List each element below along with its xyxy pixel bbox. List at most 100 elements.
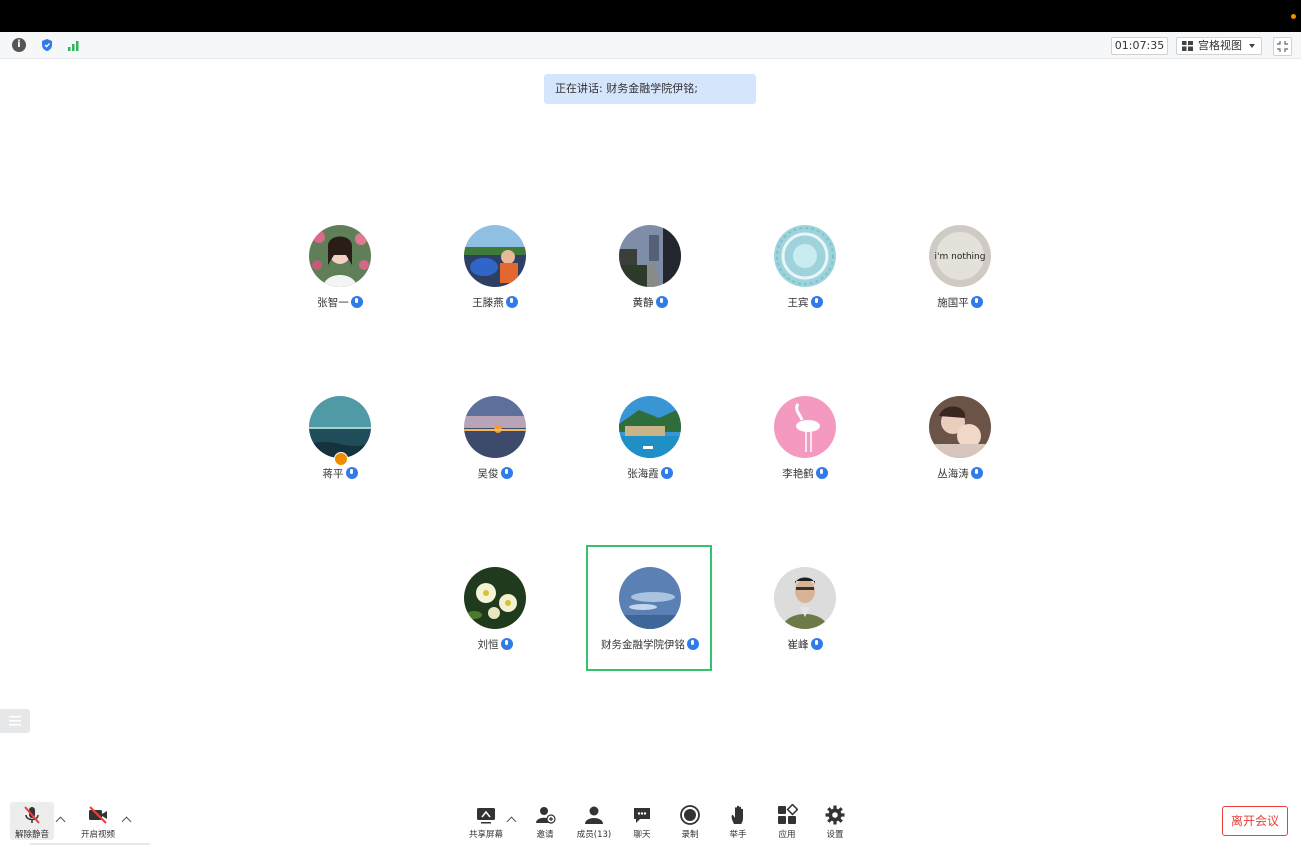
mic-icon bbox=[500, 467, 513, 479]
chat-label: 聊天 bbox=[633, 830, 651, 840]
shield-icon[interactable] bbox=[40, 38, 54, 52]
participant-tile[interactable]: 财务金融学院伊铭 bbox=[575, 567, 725, 677]
video-options-caret[interactable] bbox=[121, 816, 132, 827]
chat-icon bbox=[634, 808, 650, 823]
participant-tile[interactable]: 李艳鹤 bbox=[730, 396, 880, 506]
participant-name: 黄静 bbox=[632, 297, 654, 309]
participant-name: 李艳鹤 bbox=[782, 468, 814, 480]
participant-avatar: i'm nothing bbox=[929, 225, 991, 287]
list-icon bbox=[9, 716, 21, 726]
participant-avatar bbox=[464, 396, 526, 458]
leave-meeting-button[interactable]: 离开会议 bbox=[1222, 806, 1288, 836]
raise-hand-label: 举手 bbox=[729, 830, 747, 840]
participant-tile[interactable]: 张海霞 bbox=[575, 396, 725, 506]
mic-icon bbox=[655, 296, 668, 308]
mic-icon bbox=[970, 467, 983, 479]
apps-label: 应用 bbox=[778, 830, 796, 840]
view-mode-dropdown[interactable]: 宫格视图 bbox=[1176, 37, 1262, 55]
apps-icon bbox=[778, 804, 798, 824]
audio-options-caret[interactable] bbox=[55, 816, 66, 827]
signal-strength-icon[interactable] bbox=[67, 38, 81, 52]
add-user-icon bbox=[536, 807, 556, 824]
record-label: 录制 bbox=[681, 830, 699, 840]
participant-avatar bbox=[774, 567, 836, 629]
participant-avatar bbox=[309, 225, 371, 287]
participant-avatar bbox=[464, 225, 526, 287]
mic-icon bbox=[815, 467, 828, 479]
window-top-bar bbox=[0, 0, 1301, 32]
settings-label: 设置 bbox=[826, 830, 844, 840]
avatar-text: i'm nothing bbox=[935, 252, 986, 262]
participant-name: 张海霞 bbox=[627, 468, 659, 480]
participant-name: 王宾 bbox=[787, 297, 809, 309]
record-icon bbox=[680, 805, 700, 825]
participant-name: 丛海涛 bbox=[937, 468, 969, 480]
unmute-label: 解除静音 bbox=[14, 830, 49, 840]
collapse-icon bbox=[1277, 41, 1288, 52]
apps-button[interactable]: 应用 bbox=[764, 802, 810, 842]
participant-tile[interactable]: 丛海涛 bbox=[885, 396, 1035, 506]
mic-icon bbox=[810, 296, 823, 308]
participant-name: 崔峰 bbox=[787, 639, 809, 651]
recording-indicator-dot bbox=[1291, 14, 1296, 19]
mic-icon bbox=[660, 467, 673, 479]
participant-tile[interactable]: 王滕燕 bbox=[420, 225, 570, 335]
participant-name: 财务金融学院伊铭 bbox=[601, 639, 685, 651]
participant-avatar bbox=[619, 396, 681, 458]
participant-tile[interactable]: 黄静 bbox=[575, 225, 725, 335]
hand-icon bbox=[731, 805, 743, 824]
members-icon bbox=[585, 806, 603, 824]
participant-tile[interactable]: 崔峰 bbox=[730, 567, 880, 677]
mic-icon bbox=[345, 467, 358, 479]
record-button[interactable]: 录制 bbox=[667, 802, 713, 842]
share-screen-label: 共享屏幕 bbox=[468, 830, 503, 840]
mic-icon bbox=[500, 638, 513, 650]
participant-tile[interactable]: 王宾 bbox=[730, 225, 880, 335]
info-icon[interactable]: i bbox=[12, 38, 26, 52]
start-video-button[interactable]: 开启视频 bbox=[75, 802, 121, 842]
members-button[interactable]: 成员(13) bbox=[571, 802, 617, 842]
participant-avatar bbox=[464, 567, 526, 629]
mic-icon bbox=[505, 296, 518, 308]
participant-avatar bbox=[774, 396, 836, 458]
meeting-timer: 01:07:35 bbox=[1111, 37, 1168, 55]
invite-label: 邀请 bbox=[536, 830, 554, 840]
muted-mic-icon bbox=[24, 806, 40, 824]
view-mode-label: 宫格视图 bbox=[1198, 39, 1242, 52]
share-screen-button[interactable]: 共享屏幕 bbox=[463, 802, 509, 842]
exit-fullscreen-button[interactable] bbox=[1273, 37, 1292, 56]
participant-name: 刘恒 bbox=[477, 639, 499, 651]
mic-icon bbox=[350, 296, 363, 308]
participant-tile[interactable]: 张智一 bbox=[265, 225, 415, 335]
gear-icon bbox=[825, 805, 845, 825]
participant-avatar bbox=[309, 396, 371, 458]
participant-tile[interactable]: 蒋平 bbox=[265, 396, 415, 506]
members-label: 成员(13) bbox=[576, 830, 612, 840]
unmute-button[interactable]: 解除静音 bbox=[9, 802, 55, 842]
mic-icon bbox=[810, 638, 823, 650]
participant-name: 吴俊 bbox=[477, 468, 499, 480]
mic-icon bbox=[970, 296, 983, 308]
participant-avatar bbox=[929, 396, 991, 458]
side-panel-toggle[interactable] bbox=[0, 709, 30, 733]
participant-avatar bbox=[619, 567, 681, 629]
speaking-indicator-banner: 正在讲话: 财务金融学院伊铭; bbox=[544, 74, 756, 104]
participant-name: 王滕燕 bbox=[472, 297, 504, 309]
invite-button[interactable]: 邀请 bbox=[522, 802, 568, 842]
grid-view-icon bbox=[1182, 41, 1193, 51]
participant-avatar bbox=[774, 225, 836, 287]
participant-tile[interactable]: 刘恒 bbox=[420, 567, 570, 677]
participant-tile[interactable]: 吴俊 bbox=[420, 396, 570, 506]
chat-button[interactable]: 聊天 bbox=[619, 802, 665, 842]
participant-name: 施国平 bbox=[937, 297, 969, 309]
participant-avatar bbox=[619, 225, 681, 287]
raise-hand-button[interactable]: 举手 bbox=[715, 802, 761, 842]
participant-name: 张智一 bbox=[317, 297, 349, 309]
dropdown-caret-icon bbox=[1249, 44, 1255, 48]
settings-button[interactable]: 设置 bbox=[812, 802, 858, 842]
participant-tile[interactable]: i'm nothing 施国平 bbox=[885, 225, 1035, 335]
video-off-icon bbox=[89, 806, 107, 824]
participant-name: 蒋平 bbox=[322, 468, 344, 480]
share-screen-icon bbox=[477, 808, 495, 824]
meeting-status-bar: i 01:07:35 宫格视图 bbox=[0, 32, 1301, 59]
